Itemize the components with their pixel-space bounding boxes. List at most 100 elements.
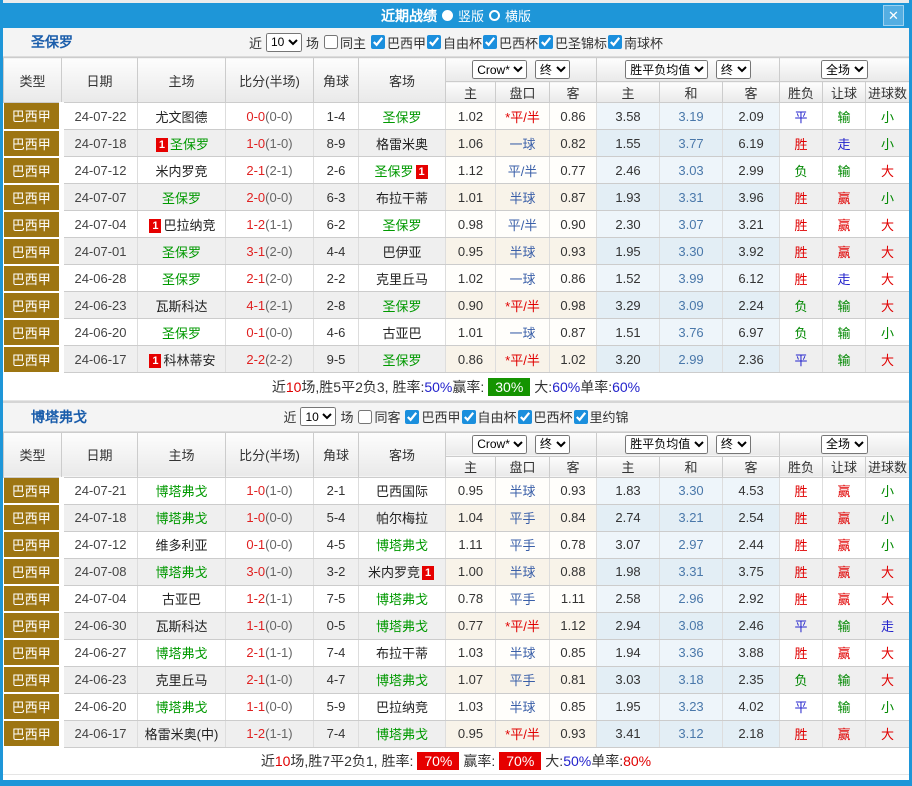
full-time-score: 2-0 [246,190,265,205]
avg-final-select[interactable]: 终 [716,435,751,454]
corner-count: 2-2 [314,265,359,292]
col-avg-draw: 和 [660,456,723,477]
competition-checkbox[interactable] [539,35,553,49]
handicap-line: 半球 [496,558,550,585]
full-time-score: 1-2 [246,217,265,232]
match-row: 巴西甲24-07-08博塔弗戈3-0(1-0)3-2米内罗竞11.00半球0.8… [4,558,910,585]
competition-checkbox[interactable] [427,35,441,49]
match-scope-select[interactable]: 全场 [821,435,868,454]
summary-part: 30% [488,378,530,396]
competition-checkbox[interactable] [371,35,385,49]
handicap-line: *平/半 [496,292,550,319]
handicap-line: 半球 [496,238,550,265]
match-scope-select[interactable]: 全场 [821,60,868,79]
avg-draw-odds: 3.19 [660,103,723,130]
competition-checkbox[interactable] [574,410,588,424]
away-odds: 0.93 [550,238,597,265]
competition-filter[interactable]: 巴西杯 [517,407,573,426]
close-button[interactable]: ✕ [883,5,904,26]
corner-count: 2-8 [314,292,359,319]
away-team: 米内罗竞1 [359,558,446,585]
match-row: 巴西甲24-06-23克里丘马2-1(1-0)4-7博塔弗戈1.07平手0.81… [4,666,910,693]
competition-filter[interactable]: 里约锦 [573,407,629,426]
avg-draw-odds: 2.97 [660,531,723,558]
away-team-name: 圣保罗 [382,299,421,314]
avg-home-odds: 2.58 [597,585,660,612]
odds-company-select[interactable]: Crow* [472,435,527,454]
corner-count: 4-6 [314,319,359,346]
avg-odds-select[interactable]: 胜平负均值 [625,60,708,79]
vertical-layout-label[interactable]: 竖版 [458,6,484,25]
full-time-score: 2-1 [246,645,265,660]
handicap-line: 半球 [496,693,550,720]
away-odds: 0.87 [550,319,597,346]
odds-final-select[interactable]: 终 [535,60,570,79]
same-venue-label: 同主 [340,33,366,52]
home-team-name: 圣保罗 [162,191,201,206]
avg-draw-odds: 3.03 [660,157,723,184]
competition-checkbox[interactable] [483,35,497,49]
corner-count: 5-9 [314,693,359,720]
goals-outcome: 小 [866,130,910,157]
same-venue-checkbox[interactable] [324,35,338,49]
competition-checkbox[interactable] [405,410,419,424]
same-venue-filter[interactable]: 同客 [357,407,400,426]
competition-filter[interactable]: 巴西甲 [404,407,460,426]
avg-final-select[interactable]: 终 [716,60,751,79]
col-home: 主场 [138,58,226,103]
team-section-sao-paulo: 圣保罗 近 10 场 同主 巴西甲自由杯巴西杯巴圣锦标南球杯 [3,28,909,401]
match-date: 24-07-22 [62,103,138,130]
handicap-line: 平/半 [496,157,550,184]
away-odds: 0.98 [550,292,597,319]
scope-group-header: 全场 [780,58,910,82]
competition-label: 自由杯 [443,33,482,52]
odds-company-select[interactable]: Crow* [472,60,527,79]
same-venue-filter[interactable]: 同主 [323,33,366,52]
competition-label: 巴西杯 [499,33,538,52]
home-team: 1圣保罗 [138,130,226,157]
result-outcome: 胜 [780,265,823,292]
home-odds: 1.12 [446,157,496,184]
avg-away-odds: 2.44 [723,531,780,558]
match-date: 24-06-20 [62,693,138,720]
avg-away-odds: 2.09 [723,103,780,130]
away-team-name: 圣保罗 [374,164,413,179]
competition-filter[interactable]: 自由杯 [426,33,482,52]
same-venue-checkbox[interactable] [358,410,372,424]
competition-checkbox[interactable] [462,410,476,424]
summary-part: 70% [499,752,541,770]
goals-outcome: 大 [866,346,910,373]
competition-label: 巴西杯 [534,407,573,426]
competition-filter[interactable]: 巴西甲 [370,33,426,52]
competition-checkbox[interactable] [518,410,532,424]
avg-odds-select[interactable]: 胜平负均值 [625,435,708,454]
competition-filter[interactable]: 巴圣锦标 [538,33,607,52]
recent-count-select[interactable]: 10 [300,407,336,426]
odds-final-select[interactable]: 终 [535,435,570,454]
competition-filter[interactable]: 自由杯 [461,407,517,426]
avg-away-odds: 2.36 [723,346,780,373]
handicap-outcome: 赢 [823,184,866,211]
competition-label: 巴圣锦标 [555,33,607,52]
recent-count-select[interactable]: 10 [266,33,302,52]
away-team-name: 古亚巴 [382,326,421,341]
vertical-layout-radio[interactable] [442,10,453,21]
goals-outcome: 小 [866,504,910,531]
avg-draw-odds: 3.07 [660,211,723,238]
horizontal-layout-label[interactable]: 横版 [505,6,531,25]
home-team: 博塔弗戈 [138,477,226,504]
competition-filter[interactable]: 巴西杯 [482,33,538,52]
match-type: 巴西甲 [4,319,62,346]
corner-count: 5-4 [314,504,359,531]
horizontal-layout-radio[interactable] [489,10,500,21]
filter-controls: 近 10 场 同客 巴西甲自由杯巴西杯里约锦 [218,407,694,426]
competition-filter[interactable]: 南球杯 [607,33,663,52]
competition-checkbox[interactable] [608,35,622,49]
half-time-score: (0-0) [265,510,292,525]
away-odds: 0.81 [550,666,597,693]
summary-part: 70% [417,752,459,770]
filter-controls: 近 10 场 同主 巴西甲自由杯巴西杯巴圣锦标南球杯 [218,33,694,52]
avg-away-odds: 2.92 [723,585,780,612]
red-card-badge: 1 [149,354,161,368]
half-time-score: (1-1) [265,645,292,660]
